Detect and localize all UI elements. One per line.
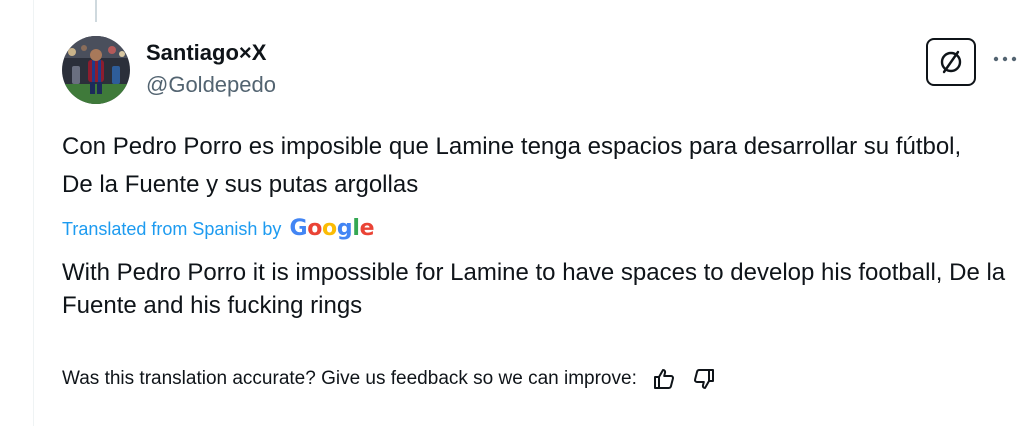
translation-feedback: Was this translation accurate? Give us f… xyxy=(62,366,717,392)
thumbs-down-icon xyxy=(693,369,714,389)
translate-toggle-button[interactable] xyxy=(926,38,976,86)
thumbs-up-button[interactable] xyxy=(651,366,677,392)
avatar[interactable] xyxy=(62,36,130,104)
google-logo: Google xyxy=(289,216,375,241)
translated-from-label: Translated from Spanish by xyxy=(62,219,282,239)
avatar-photo xyxy=(62,36,130,104)
thread-connector-line xyxy=(95,0,97,22)
timeline-border xyxy=(33,0,34,426)
slashed-circle-icon xyxy=(940,50,962,74)
feedback-prompt: Was this translation accurate? Give us f… xyxy=(62,368,637,389)
author-block: Santiago×X @Goldepedo xyxy=(146,40,276,98)
author-handle[interactable]: @Goldepedo xyxy=(146,72,276,98)
author-display-name[interactable]: Santiago×X xyxy=(146,40,276,66)
translation-attribution[interactable]: Translated from Spanish by Google xyxy=(62,216,374,242)
more-dots-icon xyxy=(993,56,1017,62)
thumbs-down-button[interactable] xyxy=(691,366,717,392)
more-options-button[interactable] xyxy=(990,44,1020,74)
tweet-translated-text: With Pedro Porro it is impossible for La… xyxy=(62,259,1006,319)
thumbs-up-icon xyxy=(653,369,674,389)
tweet-page: Santiago×X @Goldepedo Con Pedro Porro es… xyxy=(0,0,1024,426)
tweet-original-text: Con Pedro Porro es imposible que Lamine … xyxy=(62,133,962,198)
